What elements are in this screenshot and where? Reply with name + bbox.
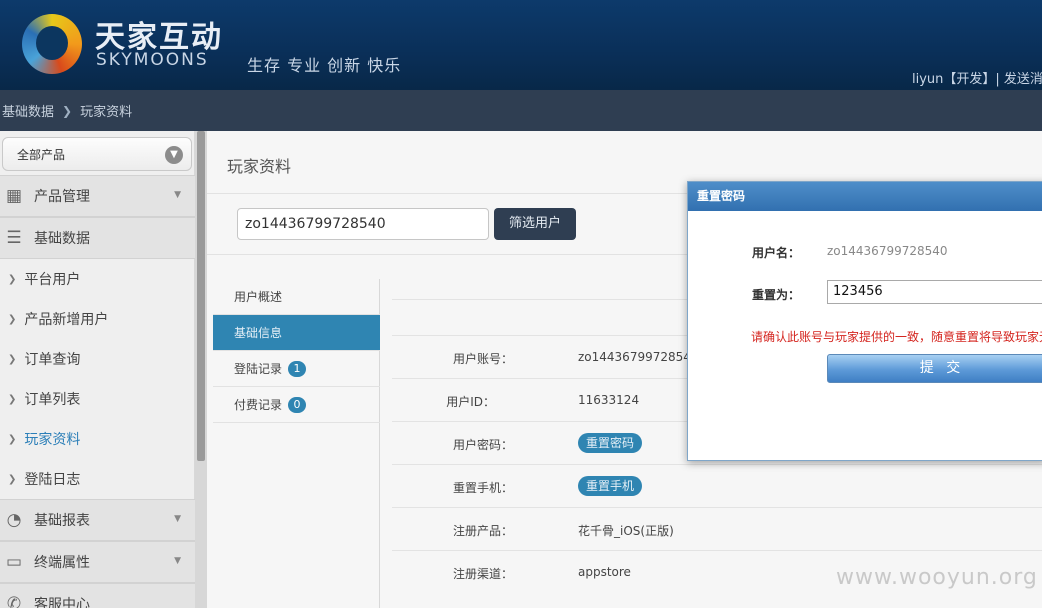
sidebar-group-customer-service[interactable]: ✆ 客服中心: [0, 583, 195, 608]
reset-password-dialog: 重置密码 用户名： zo14436799728540 重置为： 123456 请…: [687, 181, 1042, 461]
app-header: 天家互动 SKYMOONS 生存 专业 创新 快乐 liyun【开发】| 发送消…: [0, 0, 1042, 90]
grid-icon: ▦: [5, 186, 23, 206]
product-select-value: 全部产品: [17, 147, 66, 162]
caret-down-icon: ▼: [174, 190, 181, 200]
warning-text: 请确认此账号与玩家提供的一致，随意重置将导致玩家无: [751, 330, 1042, 344]
sidebar-scrollbar[interactable]: [195, 131, 207, 608]
list-icon: ☰: [6, 228, 22, 248]
filter-users-button[interactable]: 筛选用户: [494, 208, 576, 240]
uid-value: 11633124: [578, 393, 640, 407]
username-label: 用户名：: [752, 246, 801, 260]
sidebar-item-label: 玩家资料: [24, 432, 81, 448]
sidebar-group-label: 客服中心: [34, 597, 90, 608]
sidebar-group-product-management[interactable]: ▦ 产品管理 ▼: [0, 175, 195, 217]
chevron-right-icon: ❯: [8, 393, 17, 405]
page-title: 玩家资料: [227, 157, 292, 176]
breadcrumb-item-basic-data[interactable]: 基础数据: [2, 101, 54, 120]
monitor-icon: ▭: [5, 552, 23, 572]
sidebar-item-label: 订单查询: [24, 352, 81, 368]
account-value: zo14436799728540: [578, 350, 699, 364]
sidebar-item-player-profile[interactable]: ❯ 玩家资料: [0, 419, 195, 459]
sidebar-group-label: 基础报表: [34, 513, 90, 529]
chevron-right-icon: ❯: [8, 313, 17, 325]
sidebar-item-label: 产品新增用户: [24, 312, 109, 328]
caret-down-icon: ▼: [174, 514, 181, 524]
submit-button[interactable]: 提 交: [827, 354, 1042, 383]
brand-name-en: SKYMOONS: [96, 50, 209, 70]
divider: [392, 507, 1042, 508]
chevron-down-icon[interactable]: ▼: [165, 146, 183, 164]
reset-to-label: 重置为：: [752, 288, 801, 302]
profile-tabs: 用户概述 基础信息 登陆记录 1 付费记录 0: [213, 279, 380, 608]
breadcrumb-item-player-profile: 玩家资料: [80, 105, 133, 120]
chevron-right-icon: ❯: [8, 433, 17, 445]
chevron-right-icon: ❯: [8, 353, 17, 365]
sidebar-item-label: 订单列表: [24, 392, 81, 408]
product-value: 花千骨_iOS(正版): [578, 524, 674, 538]
sidebar-group-terminal-attributes[interactable]: ▭ 终端属性 ▼: [0, 541, 195, 583]
count-badge: 1: [288, 360, 307, 377]
tab-payment-records[interactable]: 付费记录 0: [213, 387, 380, 423]
account-label: 用户账号：: [452, 352, 513, 366]
tab-login-records[interactable]: 登陆记录 1: [213, 351, 380, 387]
sidebar-item-label: 登陆日志: [24, 472, 81, 488]
new-password-input[interactable]: 123456: [827, 280, 1042, 304]
sidebar-item-platform-users[interactable]: ❯ 平台用户: [0, 259, 195, 299]
dialog-title[interactable]: 重置密码: [688, 182, 1042, 211]
reset-phone-button[interactable]: 重置手机: [578, 476, 643, 496]
search-input[interactable]: zo14436799728540: [237, 208, 489, 240]
phone-icon: ✆: [6, 594, 22, 608]
breadcrumb: 基础数据 ❯ 玩家资料: [0, 90, 1042, 131]
tab-label: 基础信息: [234, 326, 283, 340]
username-value: zo14436799728540: [827, 244, 948, 258]
reset-password-button[interactable]: 重置密码: [578, 433, 643, 453]
chevron-right-icon: ❯: [62, 103, 73, 118]
sidebar-group-basic-data[interactable]: ☰ 基础数据: [0, 217, 195, 259]
phone-label: 重置手机：: [452, 481, 513, 495]
caret-down-icon: ▼: [174, 556, 181, 566]
tab-label: 用户概述: [234, 290, 283, 304]
sidebar-item-order-list[interactable]: ❯ 订单列表: [0, 379, 195, 419]
channel-value: appstore: [578, 565, 631, 579]
channel-label: 注册渠道：: [452, 567, 513, 581]
sidebar: 全部产品 ▼ ▦ 产品管理 ▼ ☰ 基础数据 ❯ 平台用户 ❯ 产品新增用户 ❯…: [0, 131, 195, 608]
user-info[interactable]: liyun【开发】| 发送消息: [912, 68, 1042, 87]
password-label: 用户密码：: [452, 438, 513, 452]
sidebar-item-order-query[interactable]: ❯ 订单查询: [0, 339, 195, 379]
slogan: 生存 专业 创新 快乐: [247, 56, 402, 75]
tab-user-overview[interactable]: 用户概述: [213, 279, 380, 315]
sidebar-group-label: 产品管理: [34, 189, 90, 205]
scrollbar-thumb[interactable]: [197, 131, 205, 461]
product-label: 注册产品：: [452, 524, 513, 538]
count-badge: 0: [288, 396, 307, 413]
sidebar-item-label: 平台用户: [24, 272, 81, 288]
chevron-right-icon: ❯: [8, 273, 17, 285]
divider: [392, 550, 1042, 551]
product-select[interactable]: 全部产品 ▼: [2, 137, 192, 171]
tab-basic-info[interactable]: 基础信息: [213, 315, 380, 351]
logo-icon: [22, 14, 82, 74]
sidebar-group-basic-reports[interactable]: ◔ 基础报表 ▼: [0, 499, 195, 541]
chevron-right-icon: ❯: [8, 473, 17, 485]
sidebar-item-new-users[interactable]: ❯ 产品新增用户: [0, 299, 195, 339]
sidebar-group-label: 基础数据: [34, 231, 90, 247]
sidebar-group-label: 终端属性: [34, 555, 90, 571]
divider: [392, 464, 1042, 465]
pie-chart-icon: ◔: [6, 510, 22, 530]
tab-label: 付费记录: [234, 398, 283, 412]
tab-label: 登陆记录: [234, 362, 283, 376]
watermark: www.wooyun.org: [836, 565, 1038, 590]
uid-label: 用户ID：: [446, 395, 495, 409]
sidebar-item-login-log[interactable]: ❯ 登陆日志: [0, 459, 195, 499]
